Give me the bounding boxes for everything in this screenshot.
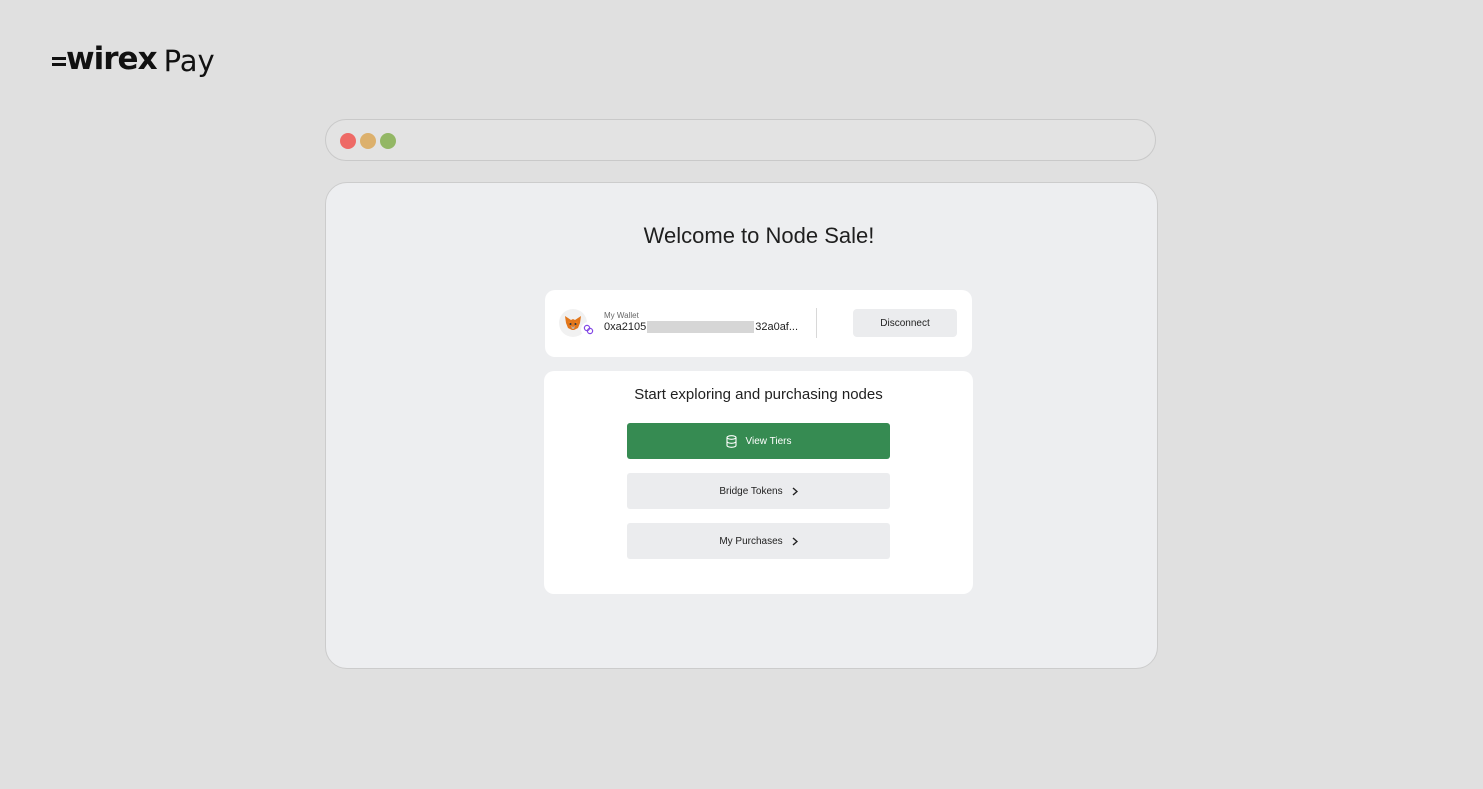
logo-mark-icon bbox=[52, 57, 66, 66]
chevron-right-icon bbox=[792, 486, 798, 496]
bridge-tokens-button[interactable]: Bridge Tokens bbox=[627, 473, 890, 509]
chain-link-icon bbox=[581, 322, 596, 337]
view-tiers-button[interactable]: View Tiers bbox=[627, 423, 890, 459]
window-maximize-dot[interactable] bbox=[380, 133, 396, 149]
window-minimize-dot[interactable] bbox=[360, 133, 376, 149]
wallet-address-redaction bbox=[647, 321, 755, 333]
wallet-address: 0xa2105 32a0af... bbox=[604, 321, 798, 333]
view-tiers-label: View Tiers bbox=[745, 435, 792, 447]
browser-content: Welcome to Node Sale! My Wallet 0xa2105 … bbox=[325, 182, 1158, 669]
bridge-tokens-label: Bridge Tokens bbox=[719, 485, 783, 497]
wallet-divider bbox=[816, 308, 817, 338]
wallet-card: My Wallet 0xa2105 32a0af... Disconnect bbox=[545, 290, 972, 357]
brand-logo: wirex Pay bbox=[52, 42, 215, 82]
actions-heading: Start exploring and purchasing nodes bbox=[634, 386, 883, 403]
browser-title-bar bbox=[325, 119, 1156, 161]
window-close-dot[interactable] bbox=[340, 133, 356, 149]
wallet-address-prefix: 0xa2105 bbox=[604, 321, 647, 333]
chevron-right-icon bbox=[792, 536, 798, 546]
wallet-address-suffix: 32a0af... bbox=[755, 321, 799, 333]
brand-name: wirex bbox=[66, 40, 158, 77]
my-purchases-button[interactable]: My Purchases bbox=[627, 523, 890, 559]
coins-stack-icon bbox=[725, 434, 737, 448]
actions-card: Start exploring and purchasing nodes Vie… bbox=[544, 371, 973, 594]
brand-product: Pay bbox=[163, 43, 215, 78]
my-purchases-label: My Purchases bbox=[719, 535, 783, 547]
wallet-label: My Wallet bbox=[604, 311, 639, 320]
page-title: Welcome to Node Sale! bbox=[643, 223, 875, 248]
disconnect-button[interactable]: Disconnect bbox=[853, 309, 957, 337]
